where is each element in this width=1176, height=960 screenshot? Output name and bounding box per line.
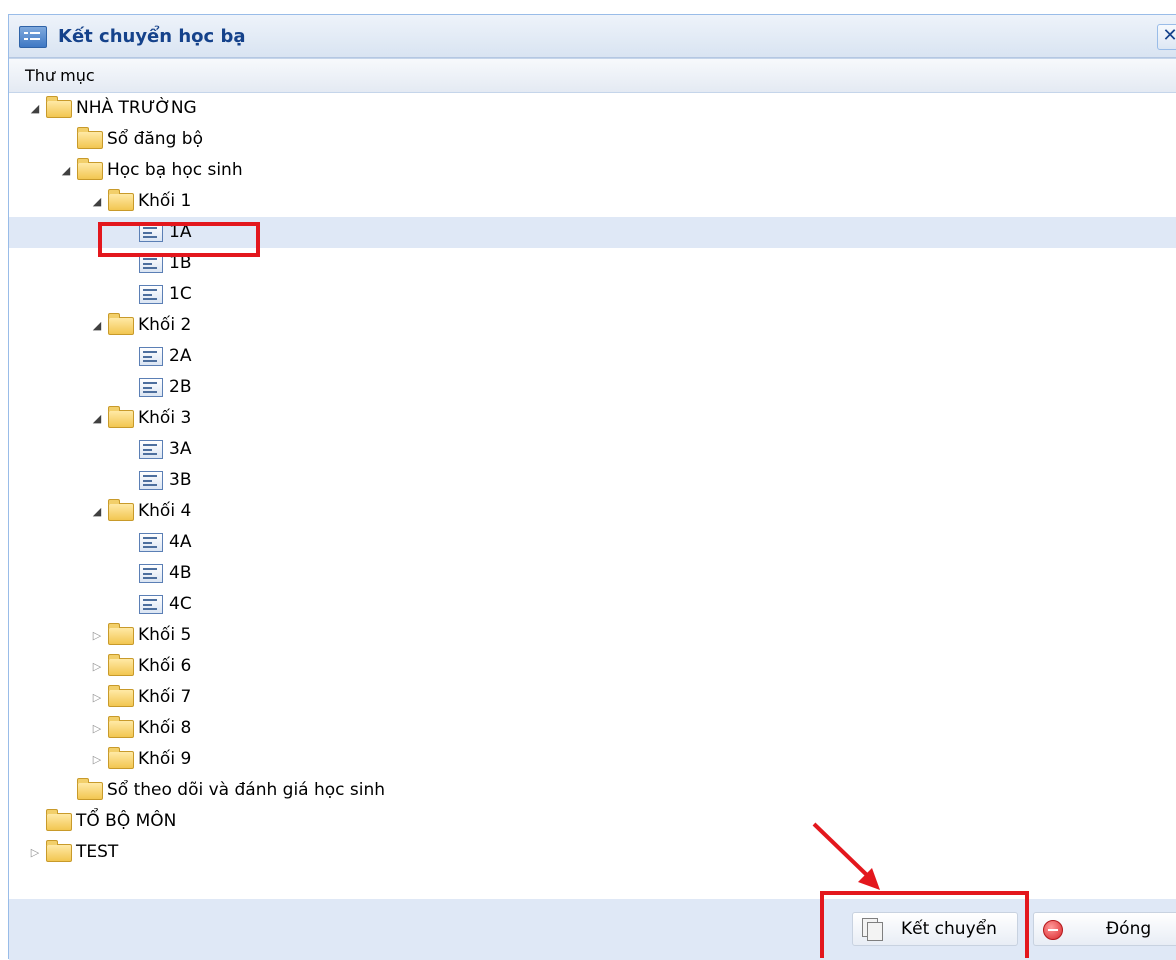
tree-item-class[interactable]: 2A (9, 341, 1176, 372)
tree-item-folder[interactable]: ▷ Khối 7 (9, 682, 1176, 713)
stop-icon (1043, 920, 1063, 940)
tree-item-folder[interactable]: ▷ Khối 8 (9, 713, 1176, 744)
folder-panel: Thư mục ◢ NHÀ TRƯỜNG Sổ đăng bộ ◢ Học bạ học… (9, 58, 1176, 899)
tree-item-label: 2A (169, 346, 192, 366)
tree-item-folder[interactable]: ▷ Khối 5 (9, 620, 1176, 651)
tree-item-class[interactable]: 4C (9, 589, 1176, 620)
close-button[interactable]: Đóng (1033, 912, 1176, 946)
class-list-icon (139, 471, 163, 490)
annotation-highlight-box (98, 222, 260, 257)
expand-arrow-icon[interactable]: ◢ (59, 155, 73, 186)
tree-item-folder[interactable]: ◢ Khối 4 (9, 496, 1176, 527)
tree-item-label: Khối 6 (138, 656, 192, 676)
folder-icon (108, 189, 134, 211)
tree-item-class[interactable]: 1C (9, 279, 1176, 310)
tree-item-folder[interactable]: Sổ đăng bộ (9, 124, 1176, 155)
class-list-icon (139, 285, 163, 304)
collapse-arrow-icon[interactable]: ▷ (90, 744, 104, 775)
tree-item-folder[interactable]: ◢ Khối 2 (9, 310, 1176, 341)
tree-item-label: Học bạ học sinh (107, 160, 243, 180)
tree-item-label: 1C (169, 284, 192, 304)
folder-icon (108, 716, 134, 738)
collapse-arrow-icon[interactable]: ▷ (90, 713, 104, 744)
folder-icon (108, 623, 134, 645)
tree-item-label: NHÀ TRƯỜNG (76, 98, 197, 118)
annotation-button-box (820, 891, 1029, 958)
tree-item-label: Khối 4 (138, 501, 192, 521)
tree-item-label: Khối 1 (138, 191, 192, 211)
tree-item-folder[interactable]: ◢ Khối 3 (9, 403, 1176, 434)
tree-item-label: Khối 9 (138, 749, 192, 769)
expand-arrow-icon[interactable]: ◢ (90, 310, 104, 341)
tree-item-folder[interactable]: ◢ Học bạ học sinh (9, 155, 1176, 186)
tree-item-folder[interactable]: ◢ Khối 1 (9, 186, 1176, 217)
panel-header: Thư mục (9, 59, 1176, 93)
dialog-title: Kết chuyển học bạ (58, 26, 246, 47)
collapse-arrow-icon[interactable]: ▷ (90, 651, 104, 682)
folder-icon (108, 313, 134, 335)
class-list-icon (139, 595, 163, 614)
dialog-window-icon (19, 26, 47, 48)
folder-icon (46, 96, 72, 118)
tree-item-label: 3B (169, 470, 192, 490)
expand-arrow-icon[interactable]: ◢ (90, 403, 104, 434)
tree-item-folder[interactable]: ▷ Khối 6 (9, 651, 1176, 682)
close-button-label: Đóng (1106, 919, 1152, 939)
tree-item-label: 4C (169, 594, 192, 614)
collapse-arrow-icon[interactable]: ▷ (90, 620, 104, 651)
tree-item-folder[interactable]: ▷ TEST (9, 837, 1176, 868)
close-icon[interactable]: ✕ (1157, 24, 1176, 50)
class-list-icon (139, 347, 163, 366)
folder-icon (108, 747, 134, 769)
folder-icon (46, 840, 72, 862)
tree-item-class[interactable]: 3B (9, 465, 1176, 496)
tree-item-class[interactable]: 4A (9, 527, 1176, 558)
transfer-dialog: Kết chuyển học bạ ✕ Thư mục ◢ NHÀ TRƯỜNG S… (8, 14, 1176, 960)
expand-arrow-icon[interactable]: ◢ (90, 496, 104, 527)
tree-item-label: Khối 2 (138, 315, 192, 335)
class-list-icon (139, 440, 163, 459)
tree-item-label: TEST (76, 842, 119, 862)
tree-item-label: Sổ đăng bộ (107, 129, 203, 149)
tree-item-label: 4A (169, 532, 192, 552)
tree-item-class[interactable]: 4B (9, 558, 1176, 589)
expand-arrow-icon[interactable]: ◢ (28, 93, 42, 124)
folder-icon (108, 406, 134, 428)
tree-item-folder[interactable]: ▷ Khối 9 (9, 744, 1176, 775)
tree-item-label: 3A (169, 439, 192, 459)
tree-item-label: Khối 3 (138, 408, 192, 428)
folder-icon (77, 127, 103, 149)
annotation-arrow-icon (812, 822, 880, 890)
folder-icon (108, 654, 134, 676)
class-list-icon (139, 378, 163, 397)
tree-item-folder[interactable]: Sổ theo dõi và đánh giá học sinh (9, 775, 1176, 806)
tree-item-folder[interactable]: TỔ BỘ MÔN (9, 806, 1176, 837)
folder-icon (77, 778, 103, 800)
dialog-titlebar[interactable]: Kết chuyển học bạ ✕ (9, 15, 1176, 58)
class-list-icon (139, 533, 163, 552)
folder-icon (46, 809, 72, 831)
folder-icon (108, 685, 134, 707)
collapse-arrow-icon[interactable]: ▷ (28, 837, 42, 868)
folder-icon (108, 499, 134, 521)
tree-item-label: Khối 7 (138, 687, 192, 707)
collapse-arrow-icon[interactable]: ▷ (90, 682, 104, 713)
tree-item-label: 4B (169, 563, 192, 583)
class-list-icon (139, 564, 163, 583)
tree-item-folder[interactable]: ◢ NHÀ TRƯỜNG (9, 93, 1176, 124)
folder-icon (77, 158, 103, 180)
tree-item-label: Sổ theo dõi và đánh giá học sinh (107, 780, 386, 800)
expand-arrow-icon[interactable]: ◢ (90, 186, 104, 217)
tree-item-class[interactable]: 2B (9, 372, 1176, 403)
tree-item-label: TỔ BỘ MÔN (76, 811, 177, 831)
tree-item-label: 2B (169, 377, 192, 397)
tree-item-label: Khối 8 (138, 718, 192, 738)
tree-item-class[interactable]: 3A (9, 434, 1176, 465)
tree-item-label: Khối 5 (138, 625, 192, 645)
